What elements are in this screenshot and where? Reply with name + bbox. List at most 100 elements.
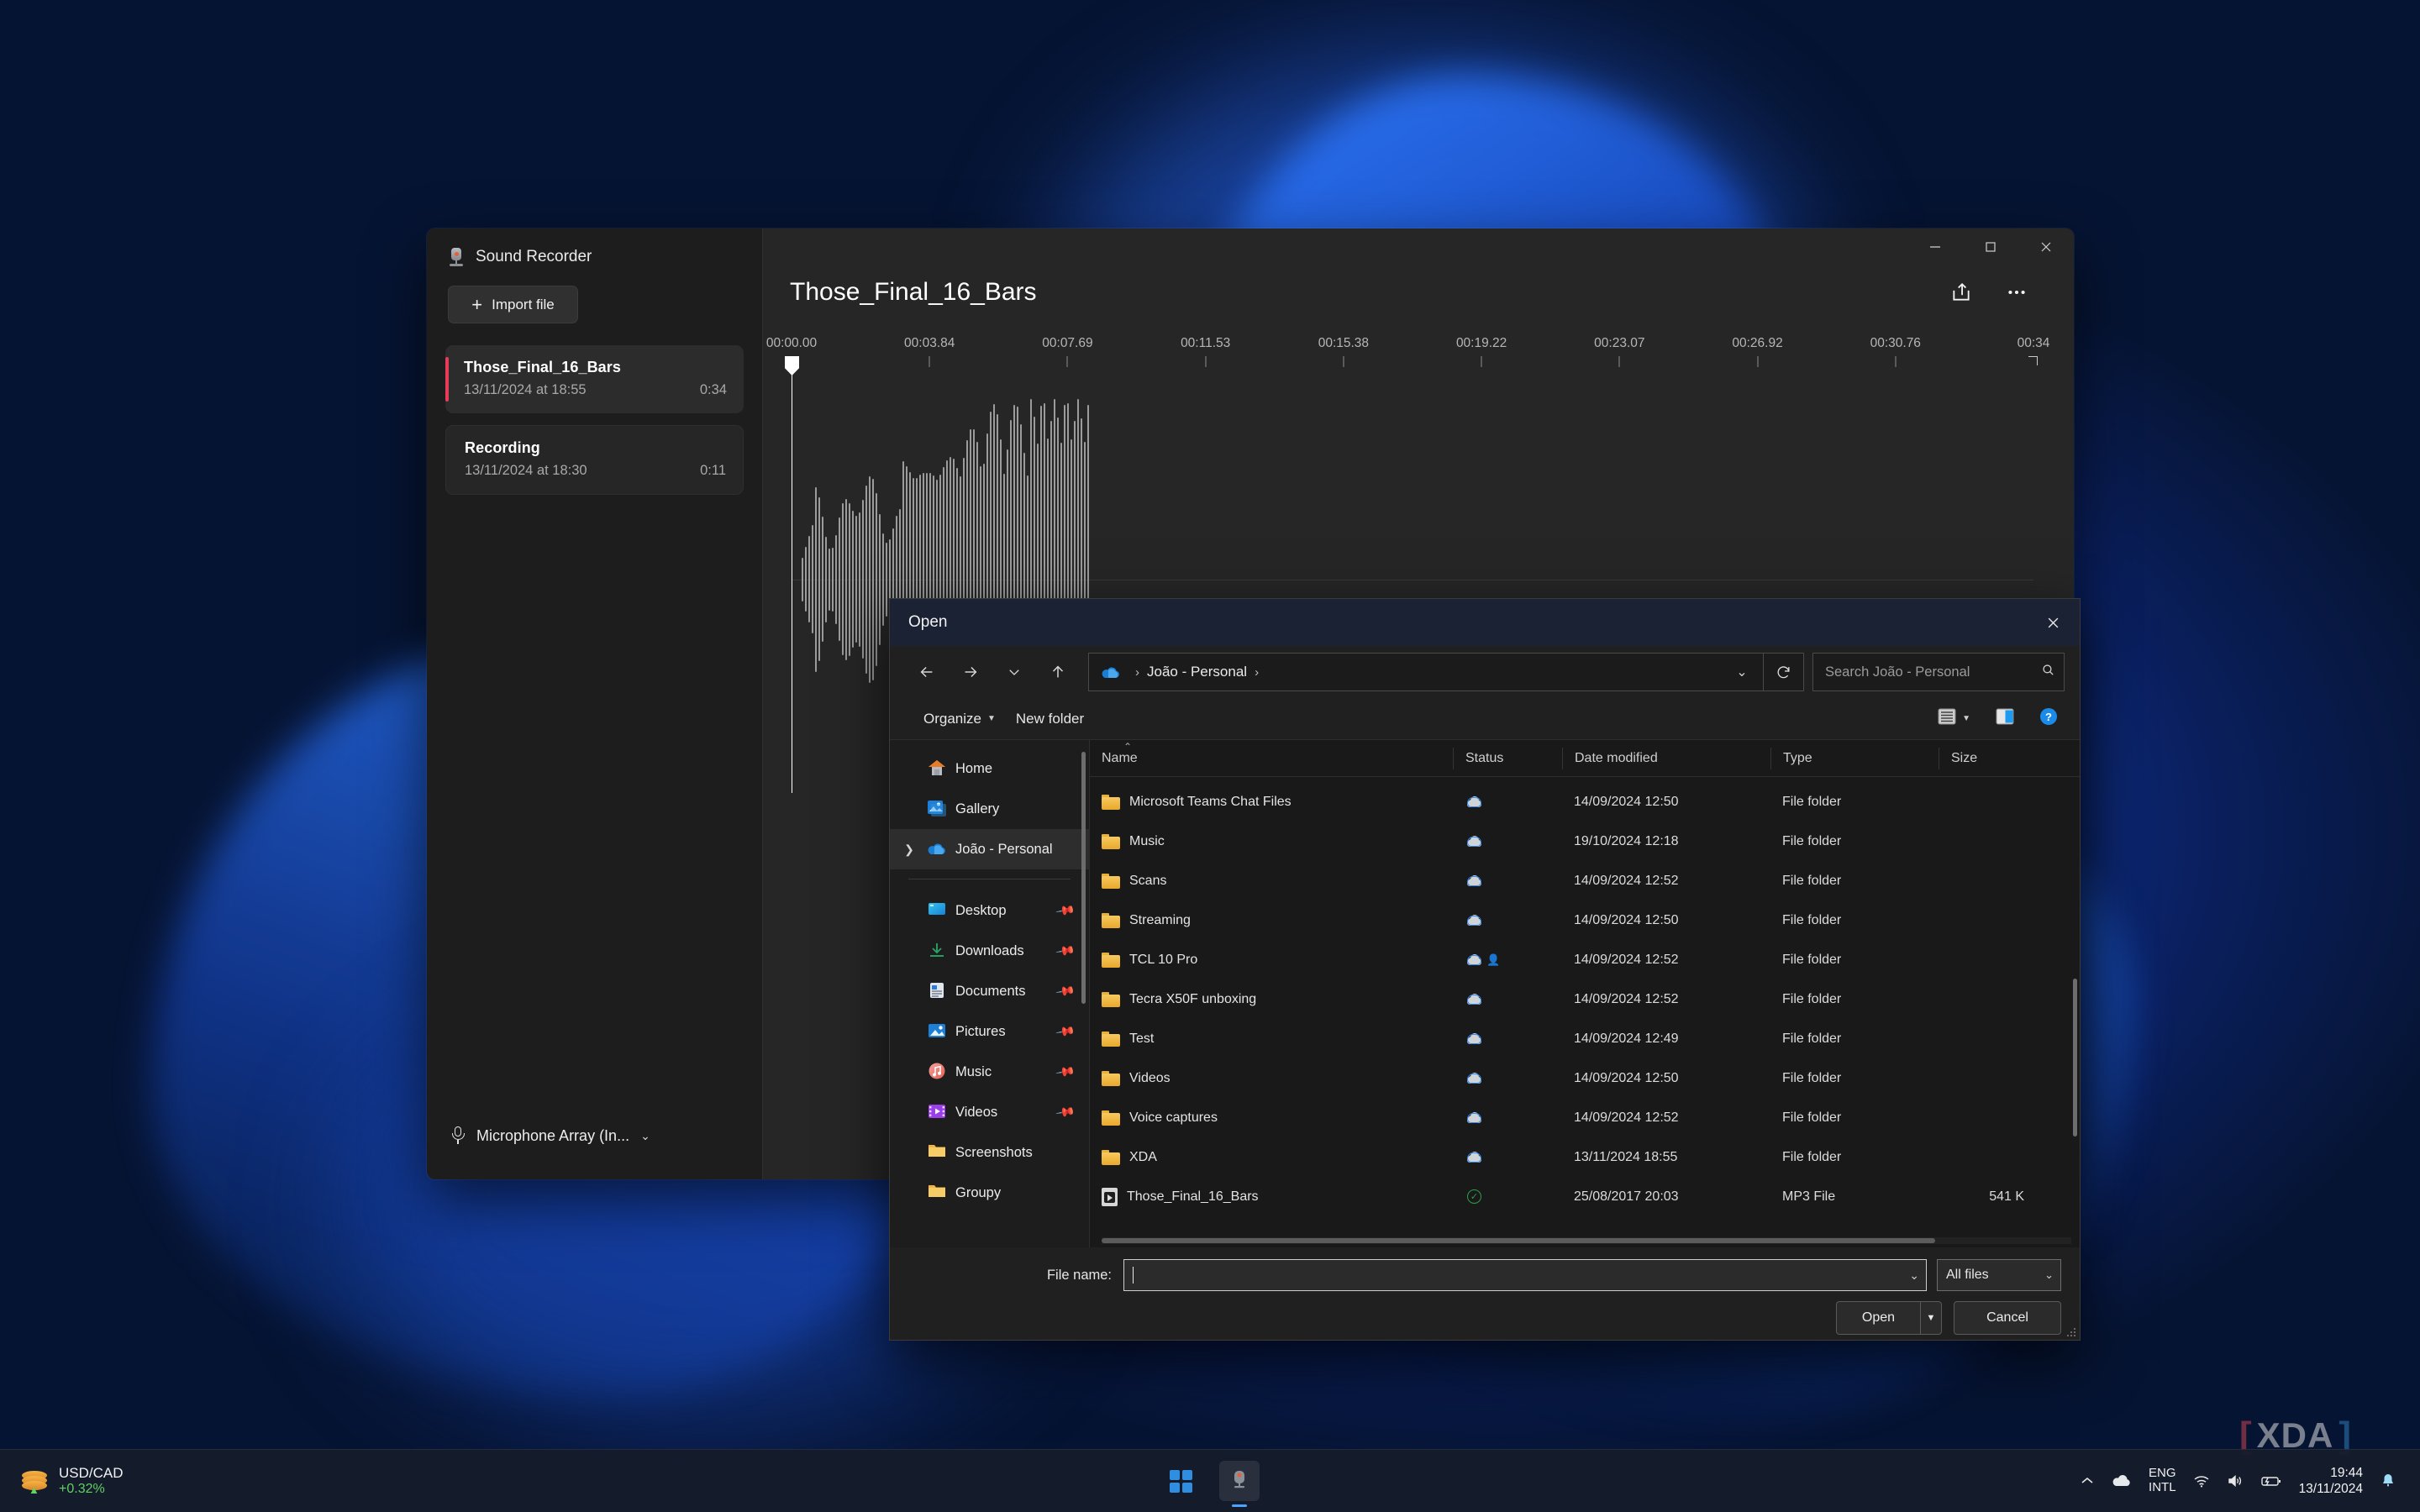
- tree-item-videos[interactable]: Videos 📌: [890, 1092, 1089, 1132]
- column-header-status[interactable]: Status: [1453, 747, 1562, 769]
- tree-item-label: Videos: [955, 1104, 998, 1120]
- text-cursor: [1133, 1267, 1134, 1284]
- tree-item-jo-o-personal[interactable]: ❯ João - Personal: [890, 829, 1089, 869]
- timeline-ruler[interactable]: 00:00.00 00:03.84 00:07.69 00:11.53 00:15.38…: [763, 336, 2074, 375]
- table-row[interactable]: Microsoft Teams Chat Files 14/09/2024 12:…: [1090, 782, 2080, 822]
- resize-grip[interactable]: [2065, 1326, 2075, 1336]
- waveform-bar: [865, 485, 867, 674]
- more-options-icon[interactable]: [2000, 276, 2033, 309]
- microphone-selector[interactable]: Microphone Array (In... ⌄: [427, 1126, 762, 1179]
- cancel-button[interactable]: Cancel: [1954, 1301, 2061, 1335]
- file-list-scrollbar[interactable]: [2073, 979, 2077, 1137]
- close-button[interactable]: [2018, 228, 2074, 265]
- recording-item[interactable]: Those_Final_16_Bars 13/11/2024 at 18:55 0:…: [445, 345, 744, 413]
- share-icon[interactable]: [1944, 276, 1978, 309]
- language-indicator[interactable]: ENG INTL: [2149, 1466, 2176, 1495]
- recordings-list: Those_Final_16_Bars 13/11/2024 at 18:55 0:…: [427, 345, 762, 495]
- taskbar-widget[interactable]: ▲ USD/CAD +0.32%: [0, 1465, 124, 1497]
- tree-item-pictures[interactable]: Pictures 📌: [890, 1011, 1089, 1052]
- table-row[interactable]: Scans 14/09/2024 12:52 File folder: [1090, 861, 2080, 900]
- volume-icon[interactable]: [2227, 1474, 2244, 1488]
- tree-item-label: Screenshots: [955, 1144, 1033, 1160]
- notification-bell-icon[interactable]: [2380, 1473, 2396, 1489]
- chevron-right-icon[interactable]: ❯: [900, 843, 918, 857]
- table-row[interactable]: Test 14/09/2024 12:49 File folder: [1090, 1019, 2080, 1058]
- microphone-label: Microphone Array (In...: [476, 1126, 630, 1144]
- forward-button[interactable]: [949, 653, 992, 691]
- folder-icon: [927, 1183, 947, 1203]
- tree-item-music[interactable]: Music 📌: [890, 1052, 1089, 1092]
- file-date-modified: 14/09/2024 12:52: [1574, 991, 1679, 1006]
- up-button[interactable]: [1036, 653, 1080, 691]
- ruler-tick-label: 00:23.07: [1594, 336, 1645, 350]
- import-file-button[interactable]: + Import file: [448, 286, 578, 323]
- column-header-date-modified[interactable]: Date modified: [1562, 747, 1770, 769]
- column-header-size[interactable]: Size: [1939, 747, 2039, 769]
- waveform-bar: [829, 548, 830, 611]
- file-name: TCL 10 Pro: [1129, 952, 1198, 967]
- tree-item-groupy[interactable]: Groupy: [890, 1173, 1089, 1213]
- help-button[interactable]: ?: [2029, 704, 2068, 733]
- start-button[interactable]: [1160, 1461, 1201, 1501]
- svg-text:?: ?: [2045, 711, 2052, 723]
- tree-item-label: Gallery: [955, 801, 1000, 816]
- cloud-only-status-icon: [1467, 915, 1481, 926]
- tree-scrollbar[interactable]: [1081, 752, 1086, 1004]
- file-date-modified: 14/09/2024 12:52: [1574, 952, 1679, 967]
- search-input[interactable]: Search João - Personal: [1812, 653, 2065, 691]
- view-mode-button[interactable]: ▼: [1928, 705, 1981, 732]
- table-row[interactable]: XDA 13/11/2024 18:55 File folder: [1090, 1137, 2080, 1177]
- column-header-name[interactable]: Name: [1090, 748, 1453, 769]
- new-folder-button[interactable]: New folder: [1006, 707, 1094, 731]
- chevron-up-icon[interactable]: [2080, 1476, 2095, 1486]
- tree-item-screenshots[interactable]: Screenshots: [890, 1132, 1089, 1173]
- tree-item-documents[interactable]: Documents 📌: [890, 971, 1089, 1011]
- organize-button[interactable]: Organize ▼: [913, 707, 1006, 731]
- taskbar-clock[interactable]: 19:44 13/11/2024: [2299, 1465, 2363, 1498]
- preview-pane-button[interactable]: [1986, 705, 2024, 732]
- recording-item[interactable]: Recording 13/11/2024 at 18:30 0:11: [445, 425, 744, 495]
- file-size: 541 K: [1989, 1189, 2024, 1204]
- tree-item-gallery[interactable]: Gallery: [890, 789, 1089, 829]
- back-button[interactable]: [905, 653, 949, 691]
- open-split-chevron-down-icon[interactable]: ▼: [1920, 1301, 1942, 1335]
- table-row[interactable]: Streaming 14/09/2024 12:50 File folder: [1090, 900, 2080, 940]
- tree-item-desktop[interactable]: Desktop 📌: [890, 890, 1089, 931]
- file-date-modified: 14/09/2024 12:50: [1574, 912, 1679, 927]
- refresh-button[interactable]: [1764, 653, 1804, 691]
- wifi-icon[interactable]: [2193, 1474, 2210, 1488]
- address-bar[interactable]: › João - Personal › ⌄: [1088, 653, 1764, 691]
- organize-label: Organize: [923, 710, 981, 727]
- tree-item-home[interactable]: Home: [890, 748, 1089, 789]
- column-header-type[interactable]: Type: [1770, 747, 1939, 769]
- address-chevron-down-icon[interactable]: ⌄: [1728, 664, 1756, 680]
- maximize-button[interactable]: [1963, 228, 2018, 265]
- taskbar-sound-recorder[interactable]: [1219, 1461, 1260, 1501]
- file-date-modified: 14/09/2024 12:52: [1574, 1110, 1679, 1125]
- battery-charging-icon[interactable]: [2260, 1474, 2282, 1488]
- table-row[interactable]: Music 19/10/2024 12:18 File folder: [1090, 822, 2080, 861]
- onedrive-icon[interactable]: [2112, 1474, 2132, 1488]
- recent-locations-button[interactable]: [992, 653, 1036, 691]
- breadcrumb-path[interactable]: João - Personal: [1147, 664, 1247, 680]
- minimize-button[interactable]: [1907, 228, 1963, 265]
- table-row[interactable]: Those_Final_16_Bars ✓ 25/08/2017 20:03 MP3 …: [1090, 1177, 2080, 1216]
- file-type-filter[interactable]: All files ⌄: [1937, 1259, 2061, 1291]
- table-row[interactable]: Voice captures 14/09/2024 12:52 File folde…: [1090, 1098, 2080, 1137]
- tree-item-downloads[interactable]: Downloads 📌: [890, 931, 1089, 971]
- file-type: File folder: [1782, 1110, 1842, 1125]
- mp3-file-icon: [1102, 1187, 1118, 1206]
- chevron-down-icon[interactable]: ⌄: [1909, 1268, 1919, 1283]
- table-row[interactable]: Tecra X50F unboxing 14/09/2024 12:52 File …: [1090, 979, 2080, 1019]
- open-button[interactable]: Open: [1836, 1301, 1920, 1335]
- table-row[interactable]: Videos 14/09/2024 12:50 File folder: [1090, 1058, 2080, 1098]
- clock-date: 13/11/2024: [2298, 1482, 2363, 1496]
- waveform-bar: [815, 486, 817, 672]
- table-row[interactable]: TCL 10 Pro 👤 14/09/2024 12:52 File folder: [1090, 940, 2080, 979]
- dialog-title: Open: [908, 613, 948, 631]
- file-type: File folder: [1782, 1149, 1842, 1164]
- hscrollbar-thumb[interactable]: [1102, 1238, 1936, 1243]
- file-name-input[interactable]: ⌄: [1123, 1259, 1927, 1291]
- file-list-hscrollbar[interactable]: [1102, 1237, 2071, 1244]
- dialog-close-button[interactable]: [2026, 599, 2080, 646]
